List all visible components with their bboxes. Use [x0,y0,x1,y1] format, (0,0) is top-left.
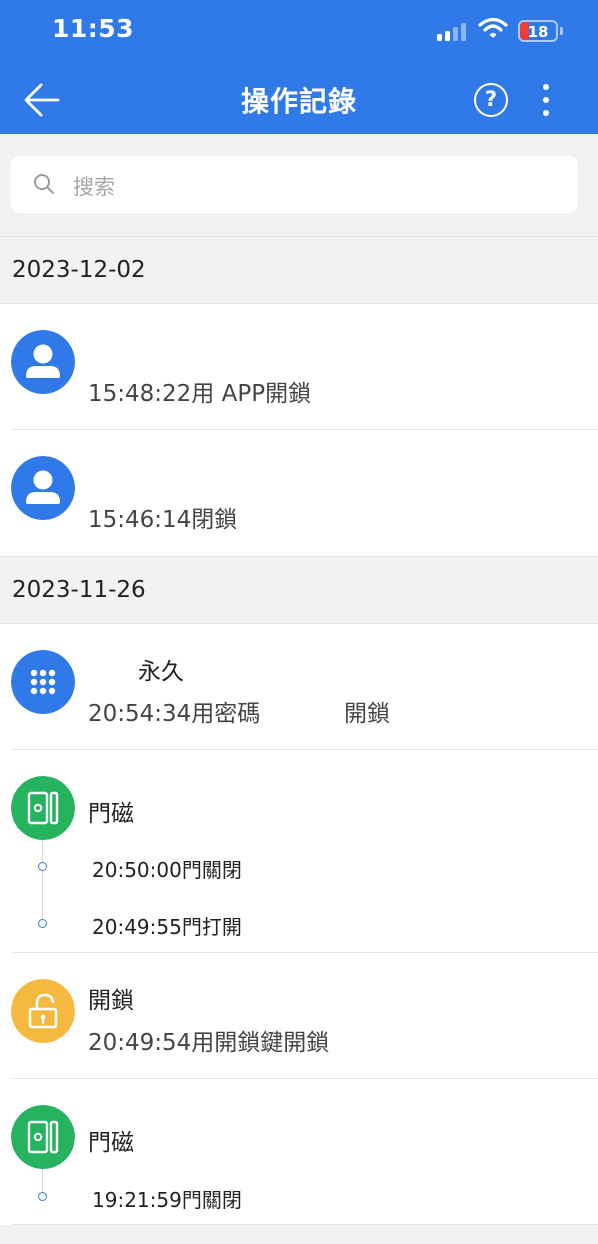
record-detail: 15:46:14閉鎖 [88,507,238,533]
more-options-icon[interactable] [536,84,556,116]
record-item[interactable]: 永久 20:54:34用密碼 開鎖 [0,624,598,750]
search-icon [34,174,54,194]
search-bar-area: 搜索 [0,134,598,236]
battery-icon: 18 [518,20,558,42]
operation-record-list: 2023-12-02 15:48:22用 APP開鎖 15:46:14閉鎖 20… [0,236,598,1225]
date-header: 2023-11-26 [0,556,598,624]
battery-nub [560,27,563,35]
timeline-dot [38,919,47,928]
search-input[interactable]: 搜索 [11,156,578,213]
door-sensor-icon [11,1105,75,1169]
wifi-icon [478,17,508,38]
record-detail-suffix: 開鎖 [344,701,390,727]
door-sensor-icon [11,776,75,840]
record-title: 門磁 [88,801,134,827]
record-detail: 20:54:34用密碼 [88,701,261,727]
help-button[interactable]: ? [474,83,508,117]
record-item[interactable]: 門磁 19:21:59門關閉 [0,1079,598,1225]
record-title: 門磁 [88,1130,134,1156]
timeline-dot [38,862,47,871]
user-icon [11,456,75,520]
record-title: 開鎖 [88,988,134,1014]
record-item[interactable]: 15:48:22用 APP開鎖 [0,304,598,430]
status-time: 11:53 [52,14,135,43]
timeline-dot [38,1192,47,1201]
page-title: 操作記錄 [240,85,357,118]
record-item[interactable]: 門磁 20:50:00門關閉 20:49:55門打開 [0,750,598,953]
battery-level: 18 [527,23,549,41]
record-item[interactable]: 開鎖 20:49:54用開鎖鍵開鎖 [0,953,598,1079]
cellular-signal-icon [437,23,469,41]
record-detail: 20:49:54用開鎖鍵開鎖 [88,1030,330,1056]
app-header: 11:53 18 操作記錄 ? [0,0,598,134]
record-item[interactable]: 15:46:14閉鎖 [0,430,598,556]
timeline-event: 19:21:59門關閉 [92,1188,242,1212]
record-title: 永久 [138,659,184,685]
timeline-event: 20:49:55門打開 [92,915,242,939]
record-detail: 15:48:22用 APP開鎖 [88,381,312,407]
timeline-event: 20:50:00門關閉 [92,858,242,882]
keypad-icon [11,650,75,714]
user-icon [11,330,75,394]
unlock-icon [11,979,75,1043]
date-header: 2023-12-02 [0,236,598,304]
timeline-line [42,840,43,926]
search-placeholder: 搜索 [73,175,115,199]
